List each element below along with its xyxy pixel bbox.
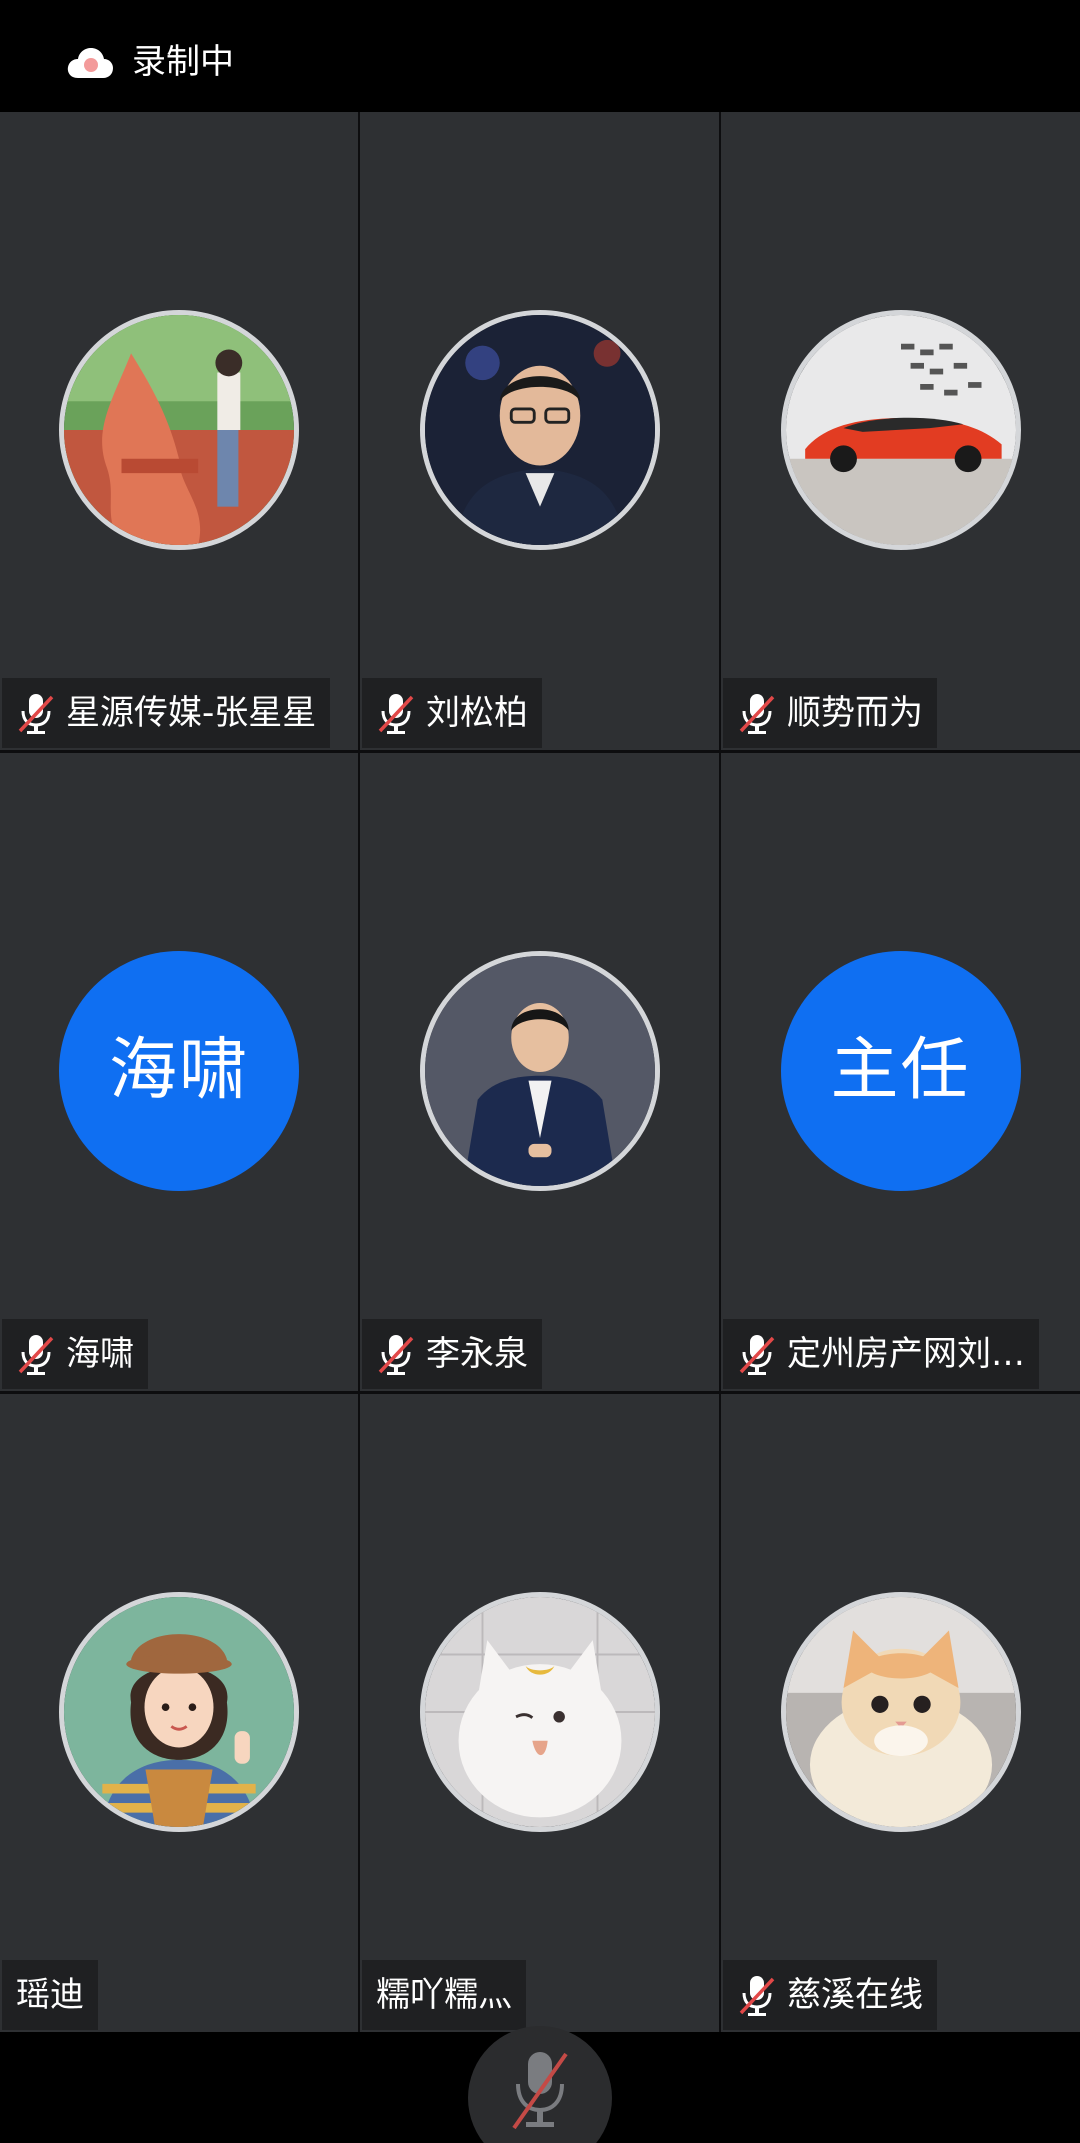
participant-tile[interactable]: 李永泉 bbox=[360, 753, 719, 1391]
participant-name-tag: 瑶迪 bbox=[2, 1960, 98, 2030]
participant-tile[interactable]: 海啸 海啸 bbox=[0, 753, 358, 1391]
participant-name-tag: 海啸 bbox=[2, 1319, 148, 1389]
participant-name-tag: 李永泉 bbox=[362, 1319, 542, 1389]
participant-tile[interactable]: 刘松柏 bbox=[360, 112, 719, 750]
participant-tile[interactable]: 主任 定州房产网刘… bbox=[721, 753, 1080, 1391]
mic-muted-icon bbox=[739, 694, 775, 734]
participant-tile[interactable]: 瑶迪 bbox=[0, 1394, 358, 2032]
mic-muted-icon bbox=[18, 694, 54, 734]
mic-muted-icon bbox=[739, 1976, 775, 2016]
participant-initials-avatar: 主任 bbox=[780, 951, 1021, 1191]
participant-grid: 星源传媒-张星星 刘松柏 顺势而为 海啸 海啸 李永泉 主任 定州房产网刘… 瑶… bbox=[0, 112, 1080, 2032]
participant-name: 慈溪在线 bbox=[787, 1975, 923, 2015]
participant-name-tag: 顺势而为 bbox=[723, 678, 937, 748]
participant-tile[interactable]: 顺势而为 bbox=[721, 112, 1080, 750]
participant-name-tag: 糯吖糯灬 bbox=[362, 1960, 526, 2030]
participant-avatar bbox=[780, 310, 1021, 550]
recording-status-label: 录制中 bbox=[132, 42, 234, 82]
participant-name: 瑶迪 bbox=[16, 1975, 84, 2015]
participant-initials-avatar: 海啸 bbox=[59, 951, 299, 1191]
participant-tile[interactable]: 星源传媒-张星星 bbox=[0, 112, 358, 750]
participant-name: 定州房产网刘… bbox=[787, 1334, 1025, 1374]
mic-muted-icon bbox=[18, 1335, 54, 1375]
participant-avatar bbox=[419, 1592, 660, 1832]
participant-name: 李永泉 bbox=[426, 1334, 528, 1374]
participant-name-tag: 慈溪在线 bbox=[723, 1960, 937, 2030]
participant-avatar bbox=[59, 310, 299, 550]
participant-name: 刘松柏 bbox=[426, 693, 528, 733]
mic-off-icon bbox=[512, 2052, 568, 2130]
participant-avatar bbox=[419, 310, 660, 550]
participant-avatar bbox=[59, 1592, 299, 1832]
mic-muted-icon bbox=[378, 1335, 414, 1375]
participant-avatar bbox=[419, 951, 660, 1191]
mic-muted-icon bbox=[378, 694, 414, 734]
participant-name-tag: 刘松柏 bbox=[362, 678, 542, 748]
participant-name-tag: 星源传媒-张星星 bbox=[2, 678, 331, 748]
participant-avatar bbox=[780, 1592, 1021, 1832]
participant-tile[interactable]: 慈溪在线 bbox=[721, 1394, 1080, 2032]
participant-name: 海啸 bbox=[66, 1334, 134, 1374]
mic-muted-icon bbox=[739, 1335, 775, 1375]
status-bar: 录制中 bbox=[0, 0, 1080, 112]
cloud-recording-icon bbox=[67, 48, 113, 78]
participant-tile[interactable]: 糯吖糯灬 bbox=[360, 1394, 719, 2032]
participant-name: 星源传媒-张星星 bbox=[66, 693, 317, 733]
meeting-screen: 录制中 星源传媒-张星星 刘松柏 顺势而为 海啸 海啸 李永泉 主任 定州房产网… bbox=[0, 0, 1080, 2143]
participant-name-tag: 定州房产网刘… bbox=[723, 1319, 1039, 1389]
participant-name: 顺势而为 bbox=[787, 693, 923, 733]
participant-name: 糯吖糯灬 bbox=[376, 1975, 512, 2015]
